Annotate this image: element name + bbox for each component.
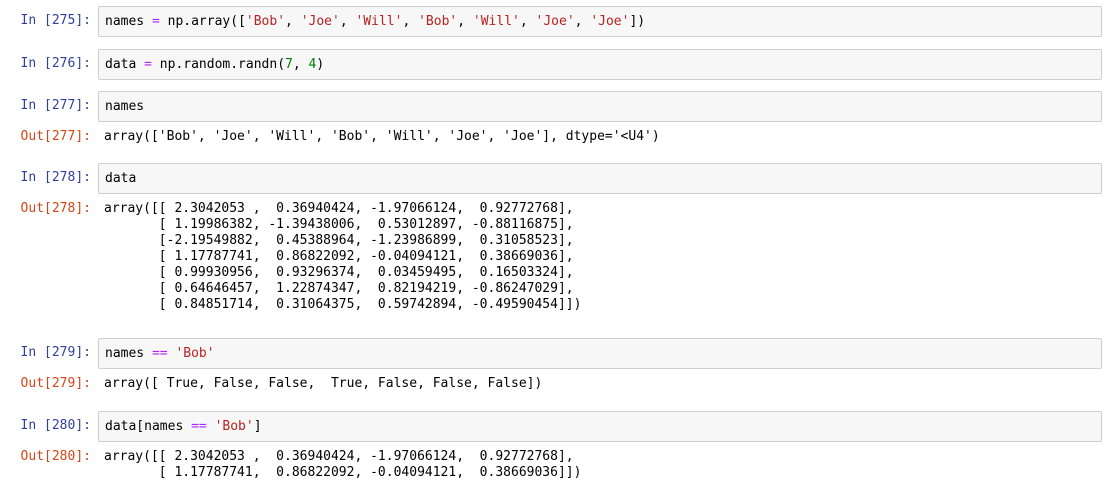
- in-prompt: In [275]:: [20, 13, 91, 28]
- in-prompt: In [279]:: [20, 345, 91, 360]
- code-line: names: [105, 99, 145, 114]
- code-input[interactable]: data: [98, 163, 1102, 194]
- code-line: names = np.array(['Bob', 'Joe', 'Will', …: [105, 14, 646, 29]
- code-input[interactable]: names == 'Bob': [98, 338, 1102, 369]
- cell-output: array([[ 2.3042053 , 0.36940424, -1.9706…: [104, 201, 582, 312]
- code-input[interactable]: data[names == 'Bob']: [98, 411, 1102, 442]
- cell-output: array([ True, False, False, True, False,…: [104, 376, 543, 391]
- cell-output: array([[ 2.3042053 , 0.36940424, -1.9706…: [104, 449, 582, 480]
- cell-output: array(['Bob', 'Joe', 'Will', 'Bob', 'Wil…: [104, 129, 660, 144]
- code-input[interactable]: names: [98, 91, 1102, 122]
- code-input[interactable]: names = np.array(['Bob', 'Joe', 'Will', …: [98, 6, 1102, 37]
- code-line: data = np.random.randn(7, 4): [105, 57, 325, 72]
- out-prompt: Out[277]:: [20, 129, 91, 144]
- in-prompt: In [277]:: [20, 98, 91, 113]
- in-prompt: In [276]:: [20, 56, 91, 71]
- out-prompt: Out[279]:: [20, 376, 91, 391]
- in-prompt: In [280]:: [20, 418, 91, 433]
- out-prompt: Out[280]:: [20, 449, 91, 464]
- out-prompt: Out[278]:: [20, 201, 91, 216]
- code-line: data: [105, 171, 137, 186]
- code-line: data[names == 'Bob']: [105, 419, 262, 434]
- in-prompt: In [278]:: [20, 170, 91, 185]
- code-line: names == 'Bob': [105, 346, 215, 361]
- code-input[interactable]: data = np.random.randn(7, 4): [98, 49, 1102, 80]
